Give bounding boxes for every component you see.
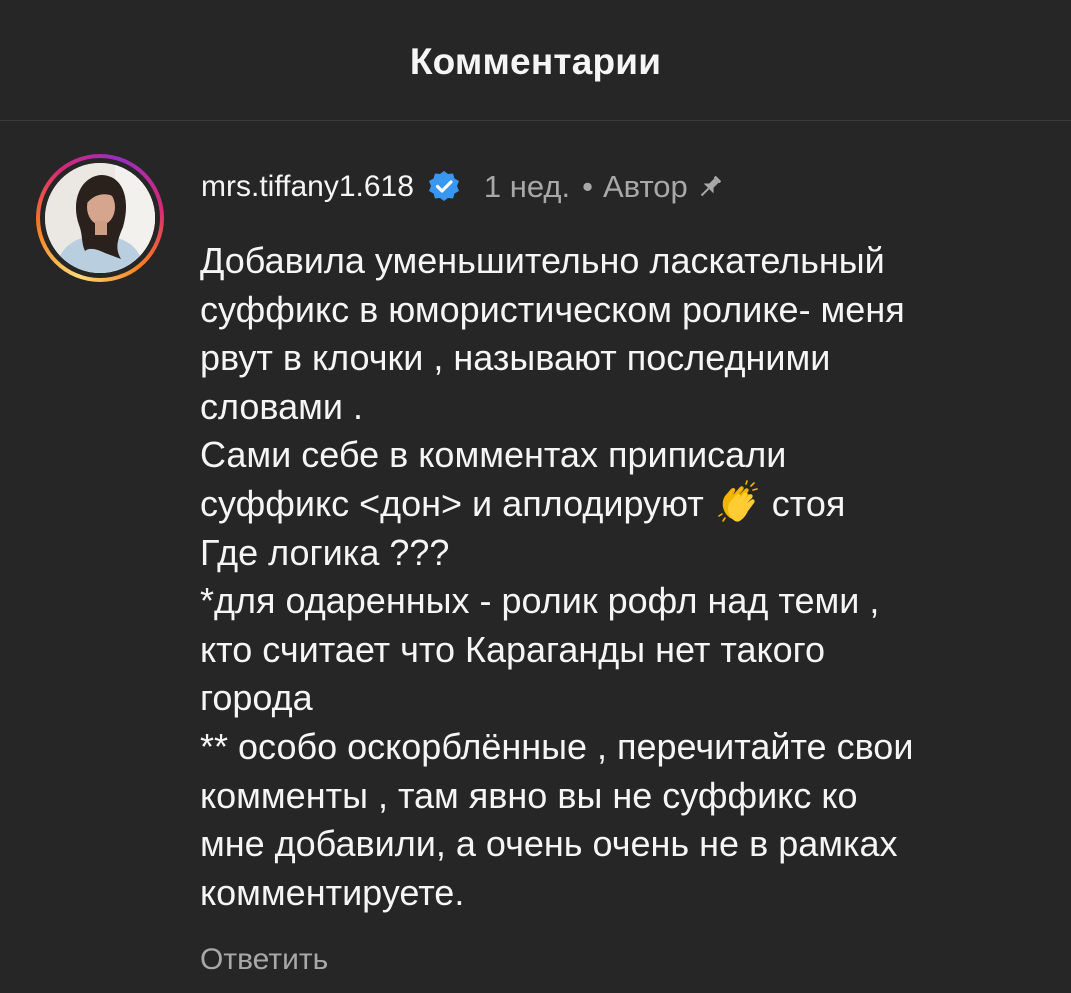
page-title: Комментарии xyxy=(409,41,662,82)
verified-badge-icon xyxy=(426,169,462,205)
pin-icon xyxy=(696,173,724,201)
clap-line-before: суффикс <дон> и аплодируют xyxy=(200,482,714,524)
comment-line: *для одаренных - ролик рофл над теми , xyxy=(200,580,880,622)
comment-line: ** особо оскорблённые , перечитайте свои xyxy=(200,725,914,767)
comment-line: Сами себе в комментах приписали xyxy=(200,434,787,476)
comment-line: комменты , там явно вы не суффикс ко xyxy=(200,774,858,816)
comment-line: суффикс в юмористическом ролике- меня xyxy=(200,288,905,330)
comment-line: Где логика ??? xyxy=(200,531,450,573)
clap-line-after: стоя xyxy=(761,482,846,524)
comment-line-clap: суффикс <дон> и аплодируют стоя xyxy=(200,480,1060,529)
comment-line: комментируете. xyxy=(200,871,465,913)
comment-line: рвут в клочки , называют последними xyxy=(200,337,831,379)
meta-separator: • xyxy=(582,169,593,204)
comment-text: Добавила уменьшительно ласкательный суфф… xyxy=(200,237,1060,917)
comment-line: города xyxy=(200,677,313,719)
avatar-gap xyxy=(40,158,160,278)
comment-meta: mrs.tiffany1.618 1 нед. • Автор xyxy=(201,165,724,209)
comment-line: кто считает что Караганды нет такого xyxy=(200,628,826,670)
comments-header: Комментарии xyxy=(0,0,1071,121)
avatar-image xyxy=(45,163,155,273)
reply-button[interactable]: Ответить xyxy=(200,940,328,980)
username-link[interactable]: mrs.tiffany1.618 xyxy=(201,170,414,204)
comment-line: мне добавили, а очень очень не в рамках xyxy=(200,823,898,865)
comment-line: словами . xyxy=(200,385,364,427)
comment-time: 1 нед. xyxy=(483,169,571,204)
author-label: Автор xyxy=(602,169,688,204)
comment-item: mrs.tiffany1.618 1 нед. • Автор Добавила… xyxy=(0,122,1071,993)
clapping-hands-icon xyxy=(716,480,760,524)
avatar[interactable] xyxy=(36,154,164,282)
comment-line: Добавила уменьшительно ласкательный xyxy=(200,240,885,281)
